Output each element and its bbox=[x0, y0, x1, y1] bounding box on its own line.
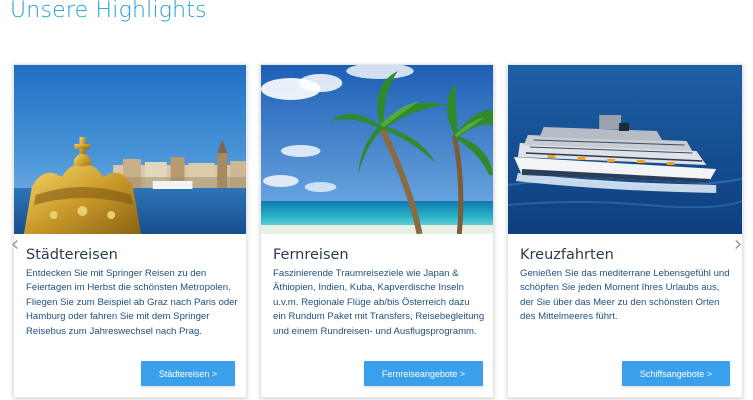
highlight-card-staedtereisen: Städtereisen Entdecken Sie mit Springer … bbox=[13, 64, 247, 398]
card-description: Faszinierende Traumreiseziele wie Japan … bbox=[273, 268, 485, 337]
card-description: Entdecken Sie mit Springer Reisen zu den… bbox=[26, 268, 238, 337]
page-title: Unsere Highlights bbox=[10, 0, 207, 23]
staedtereisen-button[interactable]: Städtereisen > bbox=[141, 361, 235, 386]
fernreiseangebote-button[interactable]: Fernreiseangebote > bbox=[364, 361, 483, 386]
card-title: Kreuzfahrten bbox=[520, 247, 614, 263]
card-title: Fernreisen bbox=[273, 247, 349, 263]
card-description: Genießen Sie das mediterrane Lebensgefüh… bbox=[520, 268, 730, 323]
highlights-carousel: Städtereisen Entdecken Sie mit Springer … bbox=[0, 64, 753, 400]
city-crown-photo bbox=[14, 65, 246, 234]
chevron-right-icon[interactable]: › bbox=[729, 230, 747, 258]
cruise-ship-photo bbox=[508, 65, 742, 234]
highlight-card-fernreisen: Fernreisen Faszinierende Traumreiseziele… bbox=[260, 64, 494, 398]
chevron-left-icon[interactable]: ‹ bbox=[6, 230, 24, 258]
palm-beach-photo bbox=[261, 65, 493, 234]
schiffsangebote-button[interactable]: Schiffsangebote > bbox=[622, 361, 730, 386]
card-title: Städtereisen bbox=[26, 247, 118, 263]
highlight-card-kreuzfahrten: Kreuzfahrten Genießen Sie das mediterran… bbox=[507, 64, 743, 398]
